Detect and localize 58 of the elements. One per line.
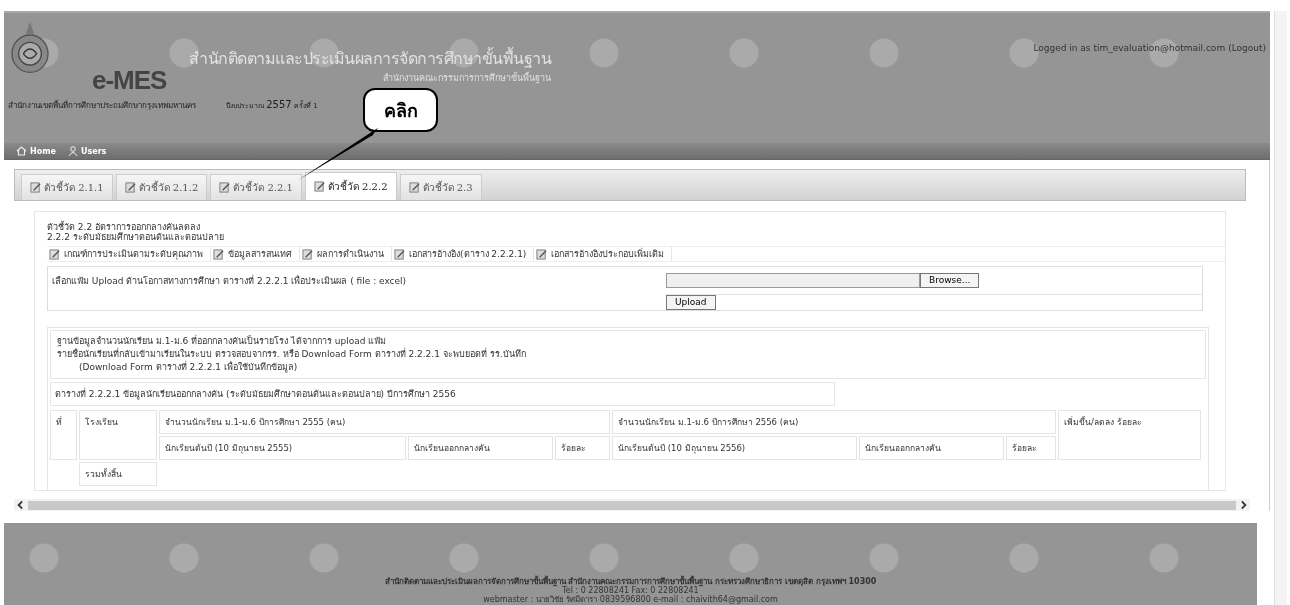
tab[interactable]: ตัวชี้วัด 2.2.1 — [210, 174, 302, 200]
document-link[interactable]: เกณฑ์การประเมินตามระดับคุณภาพ — [47, 247, 211, 261]
edit-document-icon — [219, 182, 231, 193]
document-link[interactable]: เอกสารอ้างอิงประกอบเพิ่มเติม — [534, 247, 673, 261]
nav-link[interactable]: Home — [16, 146, 56, 156]
info-text: รายชื่อนักเรียนที่กลับเข้ามาเรียนในระบบ ตรวจสอบจากรร. หรือ Download Form ตารางที่ 2.2.2.1 จะพบยอดที่ รร.บันทึก — [57, 348, 1199, 361]
document-link[interactable]: ข้อมูลสารสนเทศ — [211, 247, 300, 261]
logout-link[interactable]: (Logout) — [1228, 43, 1266, 53]
edit-document-icon — [313, 181, 325, 192]
footer-address: สำนักติดตามและประเมินผลการจัดการศึกษาขั้นพื้นฐาน สำนักงานคณะกรรมการการศึกษาขั้นพื้นฐาน กระทรวงศึกษาธิการ เขตดุสิต กรุงเทพฯ 10300 — [384, 577, 877, 586]
info-text: ฐานข้อมูลจำนวนนักเรียน ม.1-ม.6 ที่ออกกลางคันเป็นรายโรง ได้จากการ upload แฟ้ม — [57, 335, 388, 347]
column-header: นักเรียนต้นปี (10 มิถุนายน 2555) — [159, 436, 406, 460]
column-header: จำนวนนักเรียน ม.1-ม.6 ปีการศึกษา 2556 (คน) — [612, 410, 1056, 434]
horizontal-scrollbar[interactable] — [14, 499, 1250, 511]
column-header: ร้อยละ — [555, 436, 610, 460]
home-icon — [16, 146, 27, 156]
edit-document-icon — [408, 182, 420, 193]
browse-button[interactable]: Browse... — [920, 273, 980, 288]
site-subtitle: สำนักงานคณะกรรมการการศึกษาขั้นพื้นฐาน — [383, 71, 551, 85]
edit-document-icon — [49, 248, 60, 260]
column-header: โรงเรียน — [79, 410, 157, 460]
column-header: นักเรียนต้นปี (10 มิถุนายน 2556) — [612, 436, 857, 460]
column-header: นักเรียนออกกลางคัน — [859, 436, 1004, 460]
column-header: นักเรียนออกกลางคัน — [408, 436, 553, 460]
info-text: (Download Form ตารางที่ 2.2.2.1 เพื่อใช้บันทึกข้อมูล) — [78, 361, 299, 374]
edit-document-icon — [213, 248, 224, 260]
edit-document-icon — [302, 248, 313, 260]
tab[interactable]: ตัวชี้วัด 2.1.2 — [115, 174, 208, 200]
footer-webmaster: webmaster : นายวิชัย รัศมีดารา 0839596800 e-mail : chaivith64@gmail.com — [482, 595, 779, 604]
upload-button[interactable]: Upload — [666, 295, 716, 310]
edit-document-icon — [30, 182, 41, 193]
column-header: เพิ่มขึ้น/ลดลง ร้อยละ — [1058, 410, 1201, 460]
table-cell: รวมทั้งสิ้น — [79, 462, 157, 486]
edit-document-icon — [394, 248, 405, 260]
tab[interactable]: ตัวชี้วัด 2.3 — [399, 174, 482, 200]
site-title: สำนักติดตามและประเมินผลการจัดการศึกษาขั้นพื้นฐาน — [189, 46, 551, 70]
column-header: ร้อยละ — [1006, 436, 1056, 460]
edit-document-icon — [536, 248, 548, 260]
edit-document-icon — [124, 182, 136, 193]
footer-contact: Tel : 0 22808241 Fax: 0 22808241 — [562, 586, 699, 595]
login-status: Logged in as tim_evaluation@hotmail.com — [1033, 43, 1226, 53]
site-logo-text: e-MES — [92, 65, 167, 96]
indicator-heading: ตัวชี้วัด 2.2 อัตราการออกกลางคันลดลง — [47, 222, 202, 232]
organization-name: สำนักงานเขตพื้นที่การศึกษาประถมศึกษากรุงเทพมหานคร — [8, 99, 196, 112]
table-caption: ตารางที่ 2.2.2.1 ข้อมูลนักเรียนออกกลางคัน (ระดับมัธยมศึกษาตอนต้นและตอนปลาย) ปีการศึกษา 2556 — [50, 382, 835, 406]
nav-link[interactable]: Users — [67, 146, 107, 156]
file-path-field[interactable] — [666, 273, 920, 288]
indicator-subheading: 2.2.2 ระดับมัธยมศึกษาตอนต้นและตอนปลาย — [47, 232, 225, 242]
user-icon — [67, 146, 78, 156]
tab[interactable]: ตัวชี้วัด 2.2.2 — [304, 172, 397, 200]
vertical-scrollbar[interactable] — [1274, 11, 1287, 605]
column-header: ที่ — [50, 410, 77, 460]
tab[interactable]: ตัวชี้วัด 2.1.1 — [21, 174, 113, 200]
document-link[interactable]: เอกสารอ้างอิง(ตาราง 2.2.2.1) — [392, 247, 535, 261]
document-link[interactable]: ผลการดำเนินงาน — [300, 247, 392, 261]
callout-bubble: คลิก — [363, 88, 438, 132]
upload-instruction: เลือกแฟ้ม Upload ด้านโอกาสทางการศึกษา ตารางที่ 2.2.2.1 เพื่อประเมินผล ( file : excel) — [51, 274, 408, 288]
column-header: จำนวนนักเรียน ม.1-ม.6 ปีการศึกษา 2555 (คน) — [159, 410, 610, 434]
